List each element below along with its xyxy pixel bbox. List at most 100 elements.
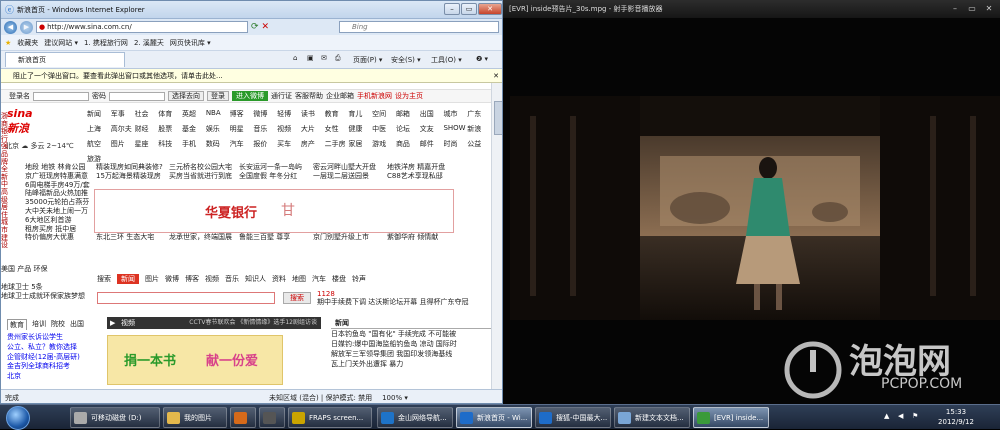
left-box-line[interactable]: 地球卫士 5条 — [1, 283, 89, 292]
taskbar-item-kingsoft-nav[interactable]: 金山网络导航... — [377, 407, 453, 428]
stop-icon[interactable]: ✕ — [262, 22, 270, 32]
channel-link[interactable]: 教育 — [325, 109, 349, 119]
tray-network-icon[interactable]: ▲ — [884, 412, 889, 420]
taskbar-item-app[interactable] — [259, 407, 285, 428]
search-tab[interactable]: 搜索 — [97, 274, 111, 284]
house-link[interactable]: 地铁洋房 精嘉开盘 — [387, 163, 445, 172]
search-tab[interactable]: 资料 — [272, 274, 286, 284]
house-link[interactable]: 陆峰福新品火热加推 — [25, 189, 90, 198]
channel-link[interactable]: 股票 — [158, 124, 182, 134]
channel-link[interactable]: 星座 — [135, 139, 159, 149]
channel-link[interactable]: 图片 — [111, 139, 135, 149]
video-title[interactable]: 视频 — [121, 319, 135, 327]
channel-link[interactable]: 体育 — [158, 109, 182, 119]
channel-link[interactable]: 微博 — [253, 109, 277, 119]
channel-link[interactable]: 出国 — [420, 109, 444, 119]
house-link[interactable]: 东北三环 生态大宅 — [96, 233, 163, 242]
house-link[interactable]: 京广班现房特惠满意 — [25, 172, 90, 181]
channel-link[interactable]: 轻博 — [277, 109, 301, 119]
fav-ctrip[interactable]: 1. 携程旅行网 — [84, 38, 128, 48]
channel-link[interactable]: 科技 — [158, 139, 182, 149]
house-link[interactable]: 一层现二层送园景 — [313, 172, 376, 181]
bing-search-input[interactable]: Bing — [339, 21, 499, 33]
channel-link[interactable]: 育儿 — [348, 109, 372, 119]
taskbar-item-media[interactable] — [230, 407, 256, 428]
taskbar-item-pictures[interactable]: 我的图片 — [163, 407, 227, 428]
channel-link[interactable]: 财经 — [135, 124, 159, 134]
edu-news-link[interactable]: 公立、私立？教你选择 — [7, 343, 87, 353]
search-tab[interactable]: 楼盘 — [332, 274, 346, 284]
house-link[interactable]: 6大地区利首游 — [25, 216, 90, 225]
news-link[interactable]: 瓦上门关外出遭挥 暴力 — [331, 359, 491, 369]
taskbar-item-ie-sina[interactable]: 新浪首页 - Wi... — [456, 407, 532, 428]
taskbar-item-player[interactable]: [EVR] inside... — [693, 407, 769, 428]
player-minimize-button[interactable]: – — [948, 3, 962, 14]
scroll-thumb[interactable] — [494, 101, 502, 135]
channel-link[interactable]: 上海 — [87, 124, 111, 134]
passport-link[interactable]: 通行证 — [271, 91, 292, 101]
enter-weibo-button[interactable]: 进入微博 — [232, 91, 268, 101]
house-link[interactable]: 精装现房如同典装修? — [96, 163, 163, 172]
channel-link[interactable]: 文友 — [420, 124, 444, 134]
channel-link[interactable]: 社会 — [135, 109, 159, 119]
favorites-button[interactable]: 收藏夹 — [17, 38, 38, 48]
channel-link[interactable]: 邮箱 — [396, 109, 420, 119]
taskbar-item-sohu[interactable]: 搜狐-中国最大... — [535, 407, 611, 428]
edu-tab[interactable]: 教育 — [7, 319, 27, 330]
channel-link[interactable]: 航空 — [87, 139, 111, 149]
house-link[interactable]: C88艺术享现私邸 — [387, 172, 445, 181]
sina-search-button[interactable]: 搜索 — [283, 292, 311, 304]
channel-link[interactable]: 空间 — [372, 109, 396, 119]
clock[interactable]: 15:33 2012/9/12 — [924, 407, 988, 427]
search-tab[interactable]: 汽车 — [312, 274, 326, 284]
home-icon[interactable]: ⌂ — [293, 54, 297, 62]
weather-widget[interactable]: 北京 ☁ 多云 2~14℃ — [5, 141, 77, 153]
player-close-button[interactable]: ✕ — [982, 3, 996, 14]
taskbar-item-fraps[interactable]: FRAPS screen... — [288, 407, 372, 428]
search-tab[interactable]: 地图 — [292, 274, 306, 284]
channel-link[interactable]: 家居 — [348, 139, 372, 149]
edu-tab[interactable]: 培训 — [32, 319, 46, 330]
edu-tab[interactable]: 出国 — [70, 319, 84, 330]
forward-button[interactable]: ▶ — [20, 20, 33, 34]
destination-select[interactable]: 选择去向 — [168, 91, 204, 101]
edu-news-link[interactable]: 北京 — [7, 372, 87, 382]
channel-link[interactable]: 基金 — [182, 124, 206, 134]
channel-link[interactable]: 游戏 — [372, 139, 396, 149]
charity-ad[interactable]: 捐一本书 献一份爱 — [107, 335, 283, 385]
channel-link[interactable]: 手机 — [182, 139, 206, 149]
enterprise-mail-link[interactable]: 企业邮箱 — [326, 91, 354, 101]
channel-link[interactable]: 军事 — [111, 109, 135, 119]
fav-webslice-gallery[interactable]: 网页快讯库 ▾ — [170, 38, 211, 48]
house-link[interactable]: 35000元轮拍占燕芬 — [25, 198, 90, 207]
channel-link[interactable]: 新闻 — [87, 109, 111, 119]
favorites-star-icon[interactable]: ★ — [5, 39, 11, 47]
search-tab[interactable]: 视频 — [205, 274, 219, 284]
channel-link[interactable]: 商品 — [396, 139, 420, 149]
left-box-line[interactable]: 美国 产品 环保 — [1, 265, 89, 274]
channel-link[interactable]: 读书 — [301, 109, 325, 119]
channel-link[interactable]: 二手房 — [325, 139, 349, 149]
channel-link[interactable]: 论坛 — [396, 124, 420, 134]
back-button[interactable]: ◀ — [4, 20, 17, 34]
safety-menu[interactable]: 安全(S) ▾ — [391, 55, 421, 65]
fav-suggested-sites[interactable]: 建议网站 ▾ — [44, 38, 78, 48]
video-frame[interactable] — [510, 96, 1000, 320]
channel-link[interactable]: NBA — [206, 109, 230, 119]
channel-link[interactable]: 汽车 — [230, 139, 254, 149]
video-sub[interactable]: CCTV春节联欢会 《新情情缘》选手12剧组访谈 — [189, 317, 317, 329]
edu-news-link[interactable]: 企管财经(12届-高层研) — [7, 353, 87, 363]
infobar-close-icon[interactable]: ✕ — [493, 69, 499, 83]
hot-link-1[interactable]: 期中手续费下调 达沃斯论坛开幕 且得杯广东夺冠 — [317, 298, 468, 306]
set-homepage-link[interactable]: 设为主页 — [395, 91, 423, 101]
login-name-input[interactable] — [33, 91, 89, 101]
taskbar-item-drive[interactable]: 可移动磁盘 (D:) — [70, 407, 160, 428]
channel-link[interactable]: 娱乐 — [206, 124, 230, 134]
search-tab[interactable]: 图片 — [145, 274, 159, 284]
zoom-level[interactable]: 100% ▾ — [382, 394, 408, 402]
channel-link[interactable]: 视频 — [277, 124, 301, 134]
edu-tab[interactable]: 院校 — [51, 319, 65, 330]
search-tab[interactable]: 博客 — [185, 274, 199, 284]
channel-link[interactable]: 房产 — [301, 139, 325, 149]
login-button[interactable]: 登录 — [207, 91, 229, 101]
